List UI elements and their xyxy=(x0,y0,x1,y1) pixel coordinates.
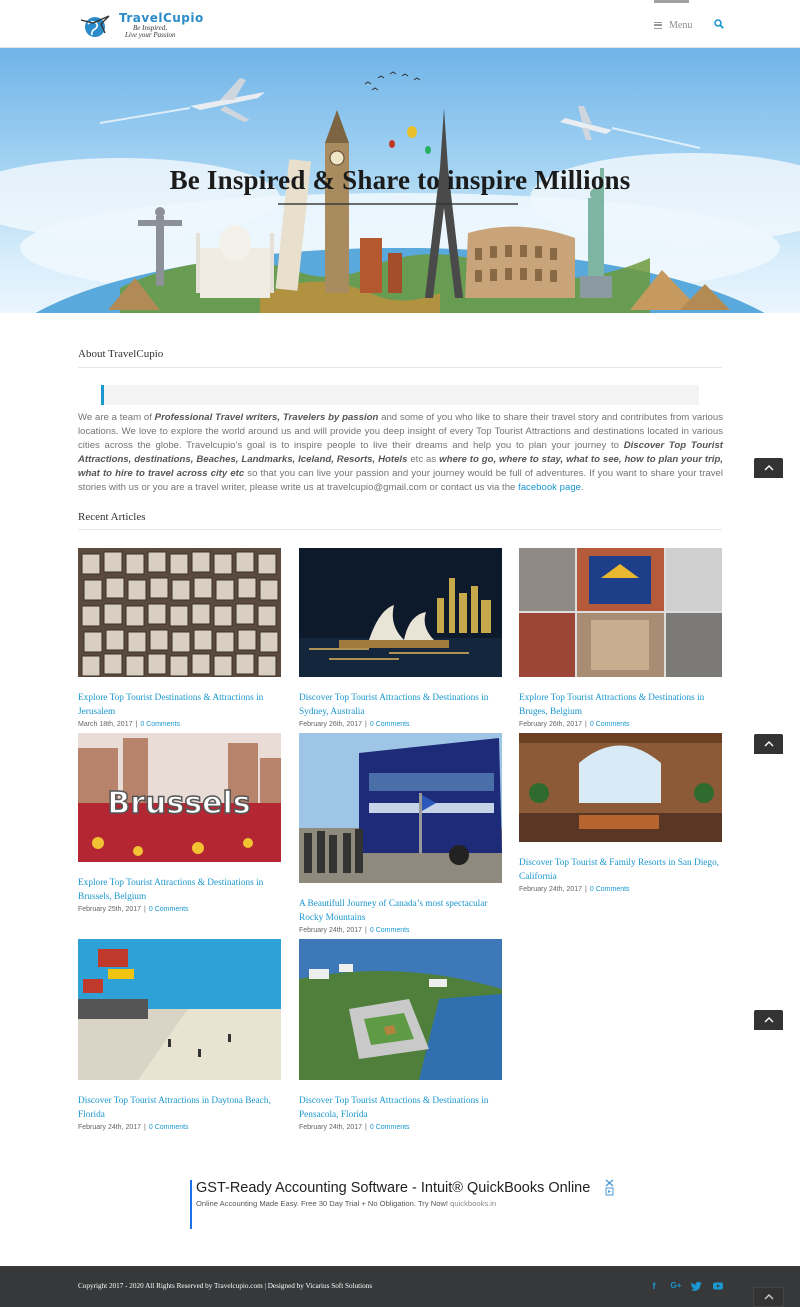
article-date: February 24th, 2017 xyxy=(519,886,583,893)
site-footer: Copyright 2017 - 2020 All Rights Reserve… xyxy=(0,1266,800,1307)
article-card[interactable]: Explore Top Tourist Attractions & Destin… xyxy=(519,548,722,728)
article-title[interactable]: Discover Top Tourist Attractions & Desti… xyxy=(299,1094,502,1122)
article-title[interactable]: Discover Top Tourist & Family Resorts in… xyxy=(519,856,722,884)
article-card[interactable]: Brussels Explore Top Tourist Attractions… xyxy=(78,733,281,913)
article-thumbnail[interactable]: Brussels xyxy=(78,733,281,862)
article-thumbnail[interactable] xyxy=(519,548,722,677)
article-card[interactable]: Discover Top Tourist Attractions & Desti… xyxy=(299,548,502,728)
article-date: February 26th, 2017 xyxy=(519,721,583,728)
article-card[interactable]: Discover Top Tourist Attractions in Dayt… xyxy=(78,939,281,1131)
article-thumbnail[interactable] xyxy=(78,548,281,677)
article-thumbnail[interactable] xyxy=(299,548,502,677)
article-card[interactable]: A Beautifull Journey of Canada’s most sp… xyxy=(299,733,502,934)
article-comments-link[interactable]: 0 Comments xyxy=(590,721,630,728)
article-meta: February 26th, 2017 | 0 Comments xyxy=(299,721,410,728)
article-thumbnail[interactable] xyxy=(519,733,722,842)
article-title[interactable]: Discover Top Tourist Attractions in Dayt… xyxy=(78,1094,281,1122)
scroll-up-button[interactable] xyxy=(754,1010,783,1030)
quote-box xyxy=(101,385,699,405)
search-icon[interactable] xyxy=(714,19,724,29)
chevron-up-icon xyxy=(764,465,773,471)
chevron-up-icon xyxy=(764,1294,773,1300)
hero-title: Be Inspired & Share to inspire Millions xyxy=(169,165,631,195)
article-title[interactable]: Explore Top Tourist Attractions & Destin… xyxy=(519,691,722,719)
airplane-left-icon xyxy=(99,78,265,124)
article-comments-link[interactable]: 0 Comments xyxy=(140,721,180,728)
menu-active-indicator xyxy=(654,0,689,3)
facebook-page-link[interactable]: facebook page xyxy=(518,482,581,493)
article-comments-link[interactable]: 0 Comments xyxy=(370,927,410,934)
menu-label: Menu xyxy=(669,19,693,31)
article-card[interactable]: Discover Top Tourist Attractions & Desti… xyxy=(299,939,502,1131)
article-thumbnail[interactable] xyxy=(299,733,502,883)
article-title[interactable]: Explore Top Tourist Attractions & Destin… xyxy=(78,876,281,904)
article-comments-link[interactable]: 0 Comments xyxy=(149,1124,189,1131)
article-comments-link[interactable]: 0 Comments xyxy=(149,906,189,913)
twitter-icon[interactable] xyxy=(691,1280,703,1292)
ad-banner[interactable]: GST-Ready Accounting Software - Intuit® … xyxy=(190,1178,614,1229)
svg-text:Brussels: Brussels xyxy=(107,786,250,821)
scroll-up-button[interactable] xyxy=(754,734,783,754)
menu-toggle-button[interactable]: Menu xyxy=(654,18,692,32)
article-meta: February 24th, 2017 | 0 Comments xyxy=(299,1124,410,1131)
hero-banner: Be Inspired & Share to inspire Millions xyxy=(0,48,800,313)
article-meta: February 24th, 2017 | 0 Comments xyxy=(299,927,410,934)
article-title[interactable]: A Beautifull Journey of Canada’s most sp… xyxy=(299,897,502,925)
article-date: February 26th, 2017 xyxy=(299,721,363,728)
article-date: February 24th, 2017 xyxy=(78,1124,142,1131)
recent-articles-divider xyxy=(78,529,722,530)
recent-articles-heading: Recent Articles xyxy=(78,511,146,523)
about-heading: About TravelCupio xyxy=(78,348,164,360)
ad-description: Online Accounting Made Easy. Free 30 Day… xyxy=(196,1199,497,1208)
site-header: TravelCupio Be Inspired, Live your Passi… xyxy=(0,0,800,48)
article-meta: February 24th, 2017 | 0 Comments xyxy=(519,886,630,893)
article-card[interactable]: Explore Top Tourist Destinations & Attra… xyxy=(78,548,281,728)
ad-choices-icon[interactable] xyxy=(605,1178,614,1196)
article-comments-link[interactable]: 0 Comments xyxy=(370,721,410,728)
article-thumbnail[interactable] xyxy=(299,939,502,1080)
ad-title[interactable]: GST-Ready Accounting Software - Intuit® … xyxy=(196,1180,614,1197)
globe-logo-icon xyxy=(80,15,110,37)
article-comments-link[interactable]: 0 Comments xyxy=(370,1124,410,1131)
article-comments-link[interactable]: 0 Comments xyxy=(590,886,630,893)
article-date: March 18th, 2017 xyxy=(78,721,133,728)
back-to-top-button[interactable] xyxy=(753,1287,784,1307)
ad-domain: quickbooks.in xyxy=(450,1199,497,1208)
chevron-up-icon xyxy=(764,741,773,747)
about-text: We are a team of Professional Travel wri… xyxy=(78,412,724,494)
article-meta: March 18th, 2017 | 0 Comments xyxy=(78,721,180,728)
youtube-icon[interactable] xyxy=(712,1280,724,1292)
chevron-up-icon xyxy=(764,1017,773,1023)
article-meta: February 26th, 2017 | 0 Comments xyxy=(519,721,630,728)
site-logo[interactable]: TravelCupio Be Inspired, Live your Passi… xyxy=(79,11,203,41)
footer-copyright: Copyright 2017 - 2020 All Rights Reserve… xyxy=(78,1282,373,1290)
article-date: February 25th, 2017 xyxy=(78,906,142,913)
article-title[interactable]: Discover Top Tourist Attractions & Desti… xyxy=(299,691,502,719)
article-meta: February 25th, 2017 | 0 Comments xyxy=(78,906,189,913)
google-plus-icon[interactable]: G+ xyxy=(670,1280,682,1292)
article-card[interactable]: Discover Top Tourist & Family Resorts in… xyxy=(519,733,722,893)
article-date: February 24th, 2017 xyxy=(299,927,363,934)
scroll-up-button[interactable] xyxy=(754,458,783,478)
logo-title: TravelCupio xyxy=(119,11,204,25)
hamburger-icon xyxy=(654,21,662,29)
article-meta: February 24th, 2017 | 0 Comments xyxy=(78,1124,189,1131)
article-date: February 24th, 2017 xyxy=(299,1124,363,1131)
airplane-right-icon xyxy=(560,106,701,149)
facebook-icon[interactable]: f xyxy=(648,1280,660,1292)
logo-tagline: Be Inspired, Live your Passion xyxy=(125,24,176,39)
article-thumbnail[interactable] xyxy=(78,939,281,1080)
about-divider xyxy=(78,367,722,368)
article-title[interactable]: Explore Top Tourist Destinations & Attra… xyxy=(78,691,281,719)
